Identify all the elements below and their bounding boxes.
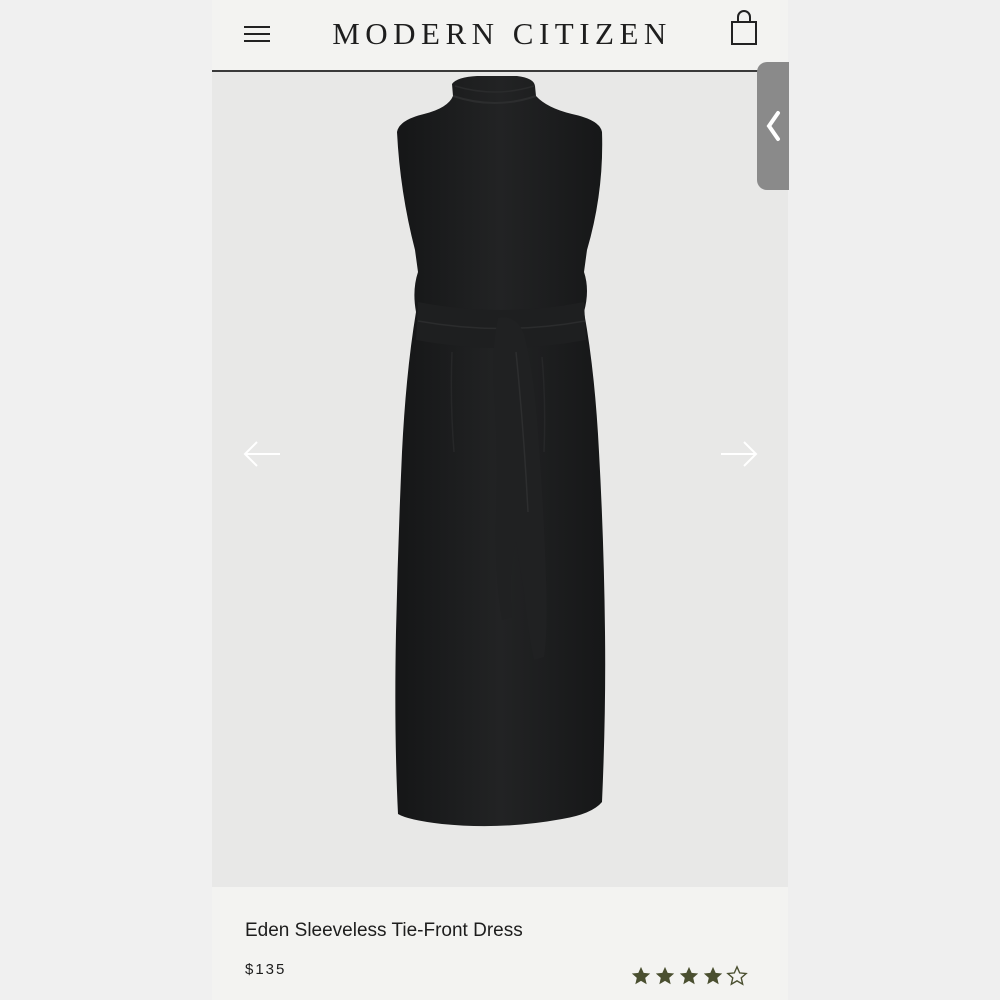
star-empty-icon	[726, 965, 748, 986]
site-header: MODERN CITIZEN	[212, 0, 788, 72]
product-title[interactable]: Eden Sleeveless Tie-Front Dress	[245, 920, 523, 942]
star-filled-icon	[631, 966, 651, 985]
arrow-right-icon[interactable]	[719, 436, 759, 472]
side-drawer-handle[interactable]	[757, 62, 789, 190]
hamburger-menu-icon[interactable]	[242, 21, 272, 47]
star-filled-icon	[679, 966, 699, 985]
chevron-left-icon	[766, 111, 780, 141]
brand-logo[interactable]: MODERN CITIZEN	[302, 14, 702, 54]
rating-stars[interactable]	[630, 965, 748, 987]
mobile-page: MODERN CITIZEN Eden Sleeveless Tie-Front…	[212, 0, 788, 1000]
product-price: $135	[245, 961, 287, 978]
right-backdrop	[788, 0, 1000, 1000]
product-info: Eden Sleeveless Tie-Front Dress $135	[212, 887, 788, 1000]
star-filled-icon	[703, 966, 723, 985]
star-filled-icon	[655, 966, 675, 985]
left-backdrop	[0, 0, 212, 1000]
product-image[interactable]	[212, 72, 788, 887]
shopping-bag-icon[interactable]	[728, 10, 760, 48]
arrow-left-icon[interactable]	[242, 436, 282, 472]
dress-photo	[395, 76, 606, 827]
